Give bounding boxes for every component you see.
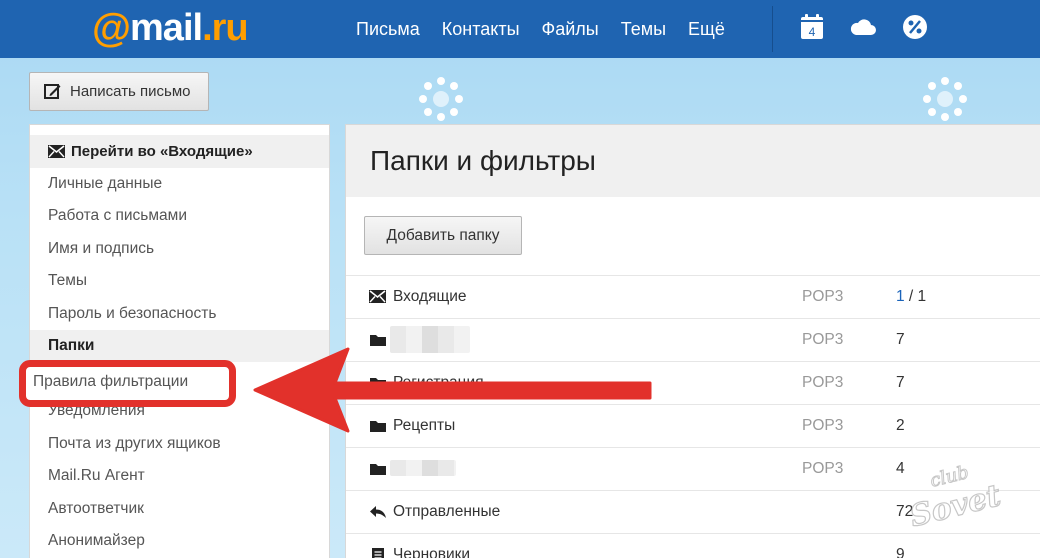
folder-count: 7 xyxy=(896,331,905,348)
envelope-icon xyxy=(48,145,65,158)
sidebar-item-personal-data[interactable]: Личные данные xyxy=(30,168,329,200)
folder-protocol: POP3 xyxy=(802,331,844,348)
nav-mail[interactable]: Письма xyxy=(356,19,420,40)
sidebar-item-autoreply[interactable]: Автоответчик xyxy=(30,493,329,525)
folder-icon xyxy=(370,378,386,389)
sidebar-item-anonymizer[interactable]: Анонимайзер xyxy=(30,525,329,557)
folder-row[interactable]: POP3 7 xyxy=(346,318,1040,361)
folder-name[interactable]: Отправленные xyxy=(393,503,500,521)
sidebar-item-folders[interactable]: Папки xyxy=(30,330,329,362)
mailru-logo[interactable]: @ mail. ru xyxy=(92,5,249,50)
page-title: Папки и фильтры xyxy=(346,125,1040,197)
sidebar-item-other-mailboxes[interactable]: Почта из других ящиков xyxy=(30,428,329,460)
calendar-day: 4 xyxy=(809,25,816,39)
count-separator: / xyxy=(904,288,918,305)
folder-protocol: POP3 xyxy=(802,460,844,477)
folder-name[interactable]: Регистрация xyxy=(393,374,484,392)
nav-files[interactable]: Файлы xyxy=(542,19,599,40)
folder-count: 7 xyxy=(896,374,905,391)
blurred-folder-name xyxy=(390,460,456,476)
folder-protocol: POP3 xyxy=(802,374,844,391)
folder-row-inbox[interactable]: Входящие POP3 1 / 1 xyxy=(346,275,1040,318)
snowflake-decoration xyxy=(923,77,967,121)
logo-ru: ru xyxy=(211,6,249,49)
total-count: 1 xyxy=(917,288,927,305)
nav-divider xyxy=(772,6,773,52)
folder-count: 1 / 1 xyxy=(896,288,926,306)
club-sovet-watermark: club Sovet xyxy=(906,461,1005,528)
folder-name[interactable]: Черновики xyxy=(393,546,470,558)
folder-protocol: POP3 xyxy=(802,417,844,434)
sidebar-item-filter-rules[interactable]: Правила фильтрации xyxy=(19,360,236,407)
nav-themes[interactable]: Темы xyxy=(621,19,666,40)
sidebar-item-themes[interactable]: Темы xyxy=(30,265,329,297)
logo-at: @ xyxy=(92,5,131,50)
folder-count: 9 xyxy=(896,546,905,558)
compose-icon xyxy=(44,84,61,99)
cloud-icon[interactable] xyxy=(848,12,878,42)
reply-icon xyxy=(370,506,386,518)
settings-sidebar: Перейти во «Входящие» Личные данные Рабо… xyxy=(29,124,330,558)
folder-icon xyxy=(370,421,386,432)
sidebar-item-password-security[interactable]: Пароль и безопасность xyxy=(30,298,329,330)
draft-icon xyxy=(372,548,384,558)
compose-button-label: Написать письмо xyxy=(70,83,191,100)
discount-icon[interactable] xyxy=(900,12,930,42)
folder-name[interactable]: Рецепты xyxy=(393,417,455,435)
go-to-inbox-label: Перейти во «Входящие» xyxy=(71,143,253,160)
folder-icon xyxy=(370,335,386,346)
go-to-inbox-link[interactable]: Перейти во «Входящие» xyxy=(30,135,329,168)
add-folder-label: Добавить папку xyxy=(386,226,500,244)
snowflake-decoration xyxy=(419,77,463,121)
folder-name[interactable]: Входящие xyxy=(393,288,467,306)
folder-row-recipes[interactable]: Рецепты POP3 2 xyxy=(346,404,1040,447)
calendar-icon[interactable]: 4 xyxy=(797,12,827,42)
unread-count[interactable]: 1 xyxy=(896,288,905,305)
sidebar-item-mail-handling[interactable]: Работа с письмами xyxy=(30,200,329,232)
sidebar-item-agent[interactable]: Mail.Ru Агент xyxy=(30,460,329,492)
sidebar-item-label: Правила фильтрации xyxy=(33,373,189,390)
logo-mail: mail xyxy=(130,6,203,49)
sidebar-item-name-signature[interactable]: Имя и подпись xyxy=(30,233,329,265)
folder-row-registration[interactable]: Регистрация POP3 7 xyxy=(346,361,1040,404)
nav-more[interactable]: Ещё xyxy=(688,19,725,40)
envelope-icon xyxy=(369,290,386,303)
add-folder-button[interactable]: Добавить папку xyxy=(364,216,522,255)
nav-contacts[interactable]: Контакты xyxy=(442,19,520,40)
compose-button[interactable]: Написать письмо xyxy=(29,72,209,111)
top-nav: Письма Контакты Файлы Темы Ещё xyxy=(345,0,736,58)
blurred-folder-name xyxy=(390,326,470,353)
top-bar: @ mail. ru Письма Контакты Файлы Темы Ещё … xyxy=(0,0,1040,58)
folder-row-drafts[interactable]: Черновики 9 xyxy=(346,533,1040,558)
logo-dot: . xyxy=(202,6,213,49)
folder-protocol: POP3 xyxy=(802,288,844,305)
folder-count: 2 xyxy=(896,417,905,434)
folder-icon xyxy=(370,464,386,475)
